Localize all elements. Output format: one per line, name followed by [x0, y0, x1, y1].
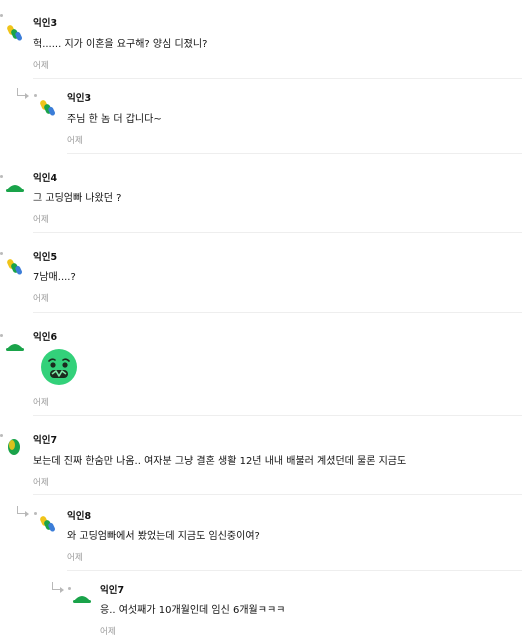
- timestamp: 어제: [33, 294, 49, 304]
- comment-text: 헉...... 지가 이혼을 요구해? 양심 디졌니?: [33, 39, 208, 50]
- nauseated-face-emoji-icon: [41, 349, 77, 385]
- avatar-icon: [6, 344, 24, 351]
- divider: [33, 494, 522, 495]
- comment-text: 주님 한 놈 더 갑니다~: [67, 114, 162, 125]
- reply-arrow-icon: [17, 506, 29, 517]
- divider: [67, 570, 522, 571]
- comment-text: 그 고딩엄빠 나왔던 ?: [33, 193, 122, 204]
- timestamp: 어제: [33, 398, 49, 408]
- timestamp: 어제: [33, 215, 49, 225]
- timestamp: 어제: [67, 136, 83, 146]
- author-name[interactable]: 익인7: [33, 432, 57, 446]
- avatar-icon: [7, 259, 23, 275]
- avatar-icon: [8, 439, 20, 455]
- avatar-icon: [6, 185, 24, 192]
- reply-arrow-icon: [17, 88, 29, 99]
- comment-text: 응.. 여섯째가 10개월인데 임신 6개월ㅋㅋㅋ: [100, 605, 286, 616]
- author-name[interactable]: 익인4: [33, 170, 57, 184]
- indicator-dot: [0, 252, 3, 255]
- comment-text: 보는데 진짜 한숨만 나옴.. 여자분 그냥 결혼 생활 12년 내내 배불러 …: [33, 456, 407, 467]
- indicator-dot: [34, 94, 37, 97]
- indicator-dot: [34, 512, 37, 515]
- author-name[interactable]: 익인3: [67, 90, 91, 104]
- author-name[interactable]: 익인5: [33, 249, 57, 263]
- author-name[interactable]: 익인7: [100, 582, 124, 596]
- avatar-icon: [73, 596, 91, 603]
- indicator-dot: [0, 14, 3, 17]
- indicator-dot: [0, 175, 3, 178]
- timestamp: 어제: [67, 553, 83, 563]
- avatar-icon: [40, 100, 56, 116]
- divider: [67, 153, 522, 154]
- divider: [33, 415, 522, 416]
- divider: [33, 312, 522, 313]
- timestamp: 어제: [33, 478, 49, 488]
- comment-text: 와 고딩엄빠에서 봤었는데 지금도 임신중이여?: [67, 531, 260, 542]
- reply-arrow-icon: [52, 582, 64, 593]
- timestamp: 어제: [33, 61, 49, 71]
- author-name[interactable]: 익인8: [67, 508, 91, 522]
- author-name[interactable]: 익인3: [33, 15, 57, 29]
- timestamp: 어제: [100, 627, 116, 637]
- author-name[interactable]: 익인6: [33, 329, 57, 343]
- avatar-icon: [40, 516, 56, 532]
- divider: [33, 78, 522, 79]
- avatar-icon: [7, 25, 23, 41]
- indicator-dot: [0, 334, 3, 337]
- divider: [33, 232, 522, 233]
- comment-text: 7남매....?: [33, 272, 76, 283]
